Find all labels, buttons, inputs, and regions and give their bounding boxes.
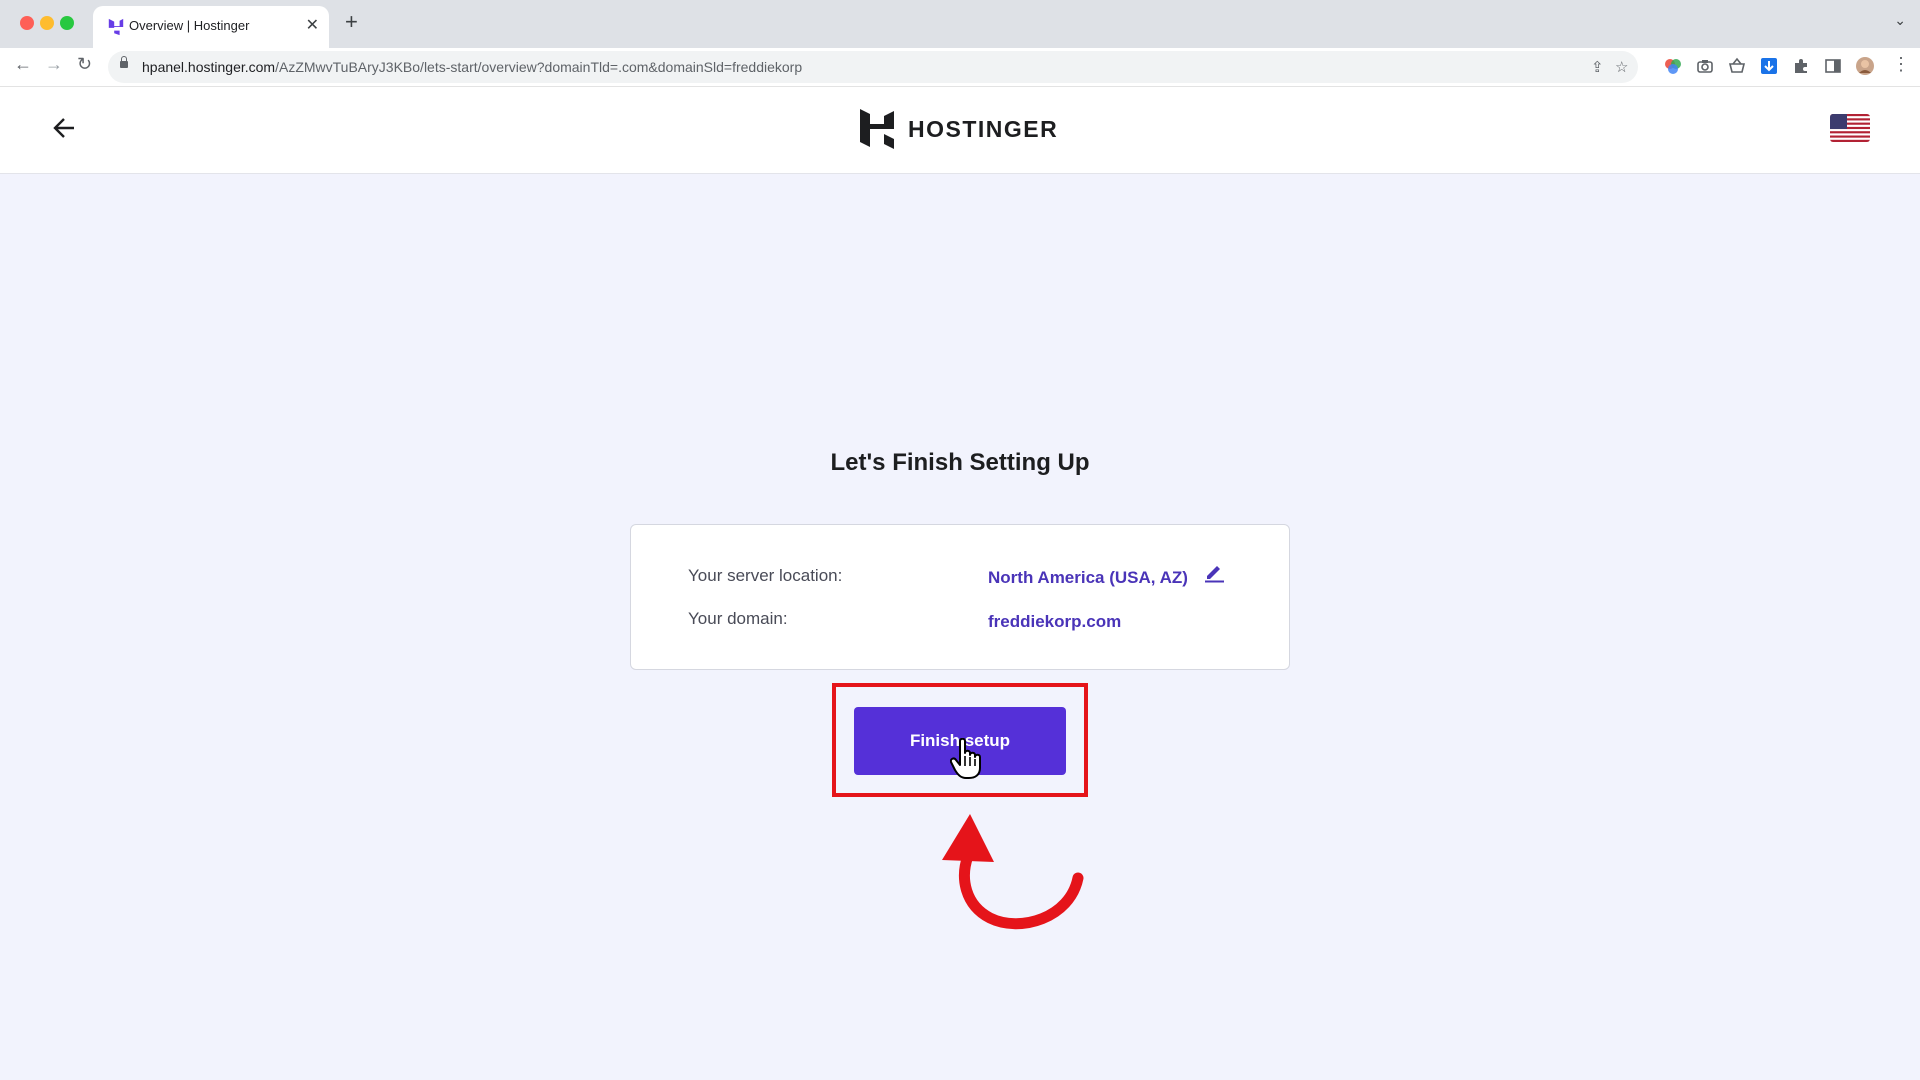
url-text: hpanel.hostinger.com/AzZMwvTuBAryJ3KBo/l… — [142, 59, 803, 75]
lock-icon — [120, 56, 128, 68]
browser-toolbar: ← → ↻ hpanel.hostinger.com/AzZMwvTuBAryJ… — [0, 48, 1920, 87]
domain-value: freddiekorp.com — [988, 612, 1122, 631]
hostinger-favicon-icon — [108, 18, 124, 36]
server-location-label: Your server location: — [688, 566, 843, 585]
page-title: Let's Finish Setting Up — [830, 449, 1090, 476]
basket-extension-icon[interactable] — [1728, 57, 1746, 75]
hostinger-logo[interactable]: HOSTINGER — [860, 109, 1058, 149]
window-maximize-button[interactable] — [60, 16, 74, 30]
color-extension-icon[interactable] — [1664, 57, 1682, 75]
logo-text: HOSTINGER — [908, 115, 1059, 142]
camera-icon[interactable] — [1696, 57, 1714, 75]
sidepanel-icon[interactable] — [1824, 57, 1842, 75]
domain-label: Your domain: — [688, 609, 788, 628]
star-icon[interactable]: ☆ — [1615, 58, 1628, 76]
menu-icon[interactable]: ⋮ — [1892, 54, 1910, 75]
page-header: HOSTINGER — [0, 87, 1920, 174]
new-tab-icon[interactable]: + — [345, 9, 358, 35]
share-icon[interactable]: ⇪ — [1591, 58, 1604, 76]
hand-cursor-icon — [950, 738, 981, 779]
server-location-value: North America (USA, AZ) — [988, 568, 1188, 587]
hostinger-logo-icon — [860, 109, 894, 149]
tab-search-chevron-icon[interactable]: ⌄ — [1894, 12, 1906, 29]
tab-close-icon[interactable]: ✕ — [306, 15, 319, 35]
reload-icon[interactable]: ↻ — [77, 54, 92, 75]
us-flag-icon[interactable] — [1830, 114, 1870, 142]
setup-summary-card: Your server location: North America (USA… — [630, 524, 1290, 670]
curved-arrow-annotation-icon — [942, 814, 1084, 930]
back-icon[interactable]: ← — [14, 54, 32, 75]
puzzle-icon[interactable] — [1792, 57, 1810, 75]
profile-avatar[interactable] — [1856, 57, 1874, 75]
browser-tab[interactable]: Overview | Hostinger ✕ — [93, 6, 329, 48]
browser-tab-strip: Overview | Hostinger ✕ + ⌄ — [0, 0, 1920, 48]
window-minimize-button[interactable] — [40, 16, 54, 30]
tab-title: Overview | Hostinger — [129, 18, 250, 33]
edit-pencil-icon[interactable] — [1203, 561, 1225, 583]
window-close-button[interactable] — [20, 16, 34, 30]
forward-icon[interactable]: → — [45, 54, 63, 75]
back-arrow-icon[interactable] — [52, 115, 78, 141]
address-bar[interactable]: hpanel.hostinger.com/AzZMwvTuBAryJ3KBo/l… — [108, 51, 1638, 83]
download-extension-icon[interactable] — [1760, 57, 1778, 75]
